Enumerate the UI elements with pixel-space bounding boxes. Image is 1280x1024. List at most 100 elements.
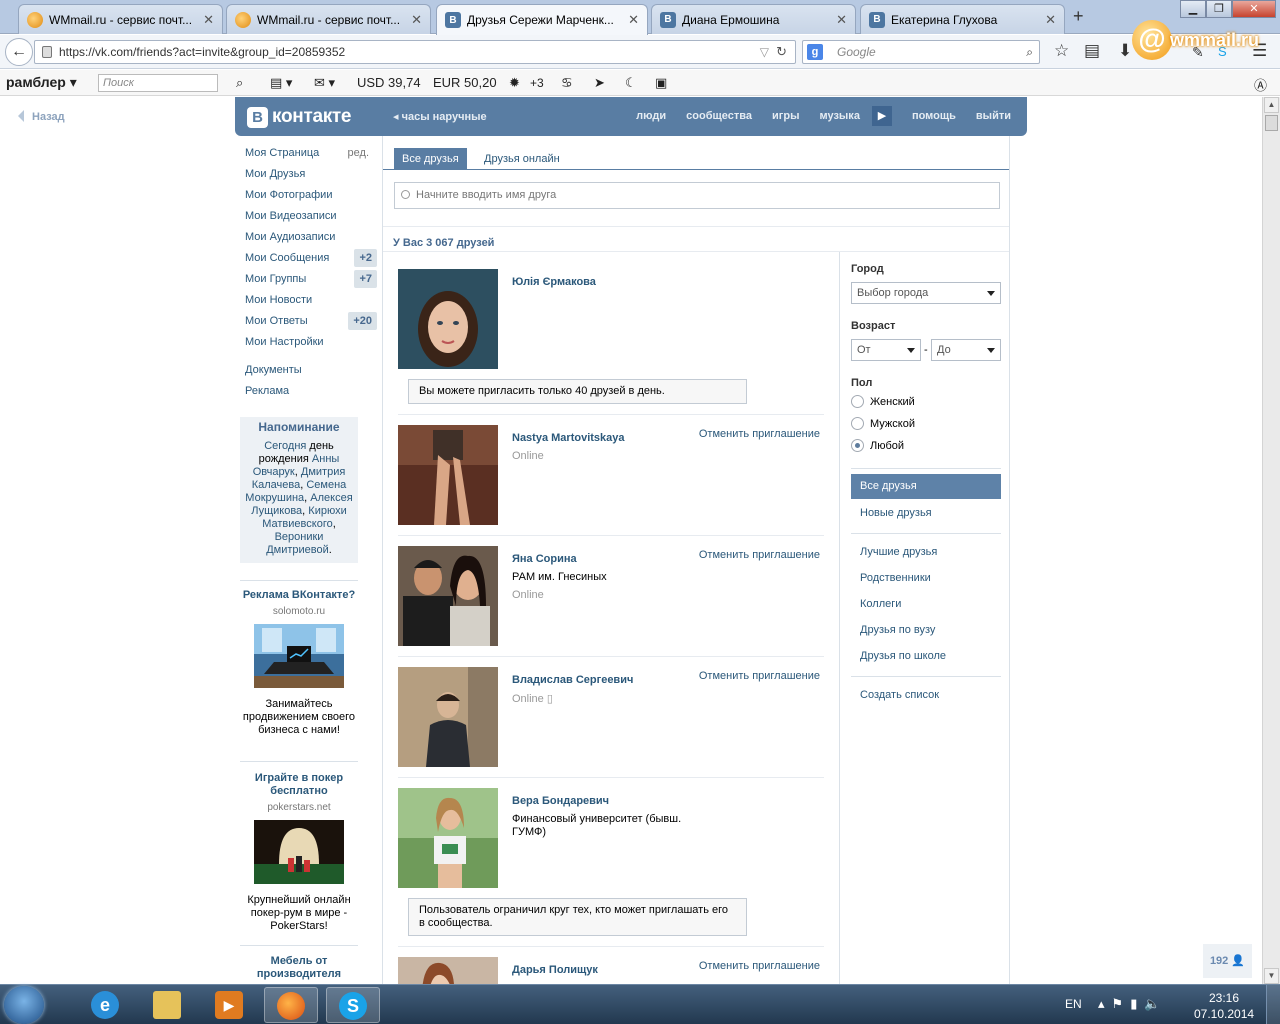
taskbar-skype[interactable]: S bbox=[326, 987, 380, 1023]
friend-avatar[interactable] bbox=[398, 546, 498, 646]
volume-icon[interactable]: 🔈 bbox=[1144, 996, 1167, 1011]
window-close-button[interactable]: ✕ bbox=[1232, 0, 1276, 18]
list-university-friends[interactable]: Друзья по вузу bbox=[860, 624, 935, 636]
menu-advertising[interactable]: Реклама bbox=[245, 384, 377, 405]
menu-my-messages[interactable]: Мои Сообщения +2 bbox=[245, 249, 377, 272]
sex-radio-female[interactable]: Женский bbox=[851, 395, 915, 408]
document-icon[interactable]: ▤ ▾ bbox=[270, 75, 292, 91]
play-icon[interactable]: ▶ bbox=[871, 106, 892, 126]
friend-avatar[interactable] bbox=[398, 957, 498, 984]
ticket-icon[interactable]: ▣ bbox=[655, 75, 667, 91]
usd-rate[interactable]: USD 39,74 bbox=[357, 75, 421, 90]
ad-title[interactable]: Реклама ВКонтакте? bbox=[240, 589, 358, 602]
star-icon[interactable]: ☆ bbox=[1054, 41, 1069, 61]
search-icon[interactable]: ⌕ bbox=[1026, 41, 1033, 63]
scroll-up-arrow-icon[interactable]: ▲ bbox=[1264, 97, 1279, 113]
nav-games[interactable]: игры bbox=[772, 110, 799, 126]
language-indicator[interactable]: EN bbox=[1065, 997, 1082, 1011]
menu-my-page[interactable]: Моя Страница ред. bbox=[245, 146, 377, 167]
tab-all-friends[interactable]: Все друзья bbox=[394, 148, 467, 170]
cancel-invite-link[interactable]: Отменить приглашение bbox=[699, 670, 820, 682]
friend-name[interactable]: Дарья Полищук bbox=[512, 964, 598, 976]
page-scrollbar[interactable]: ▲ ▼ bbox=[1262, 97, 1280, 984]
flag-icon[interactable]: ⚑ bbox=[1112, 996, 1131, 1011]
menu-my-groups[interactable]: Мои Группы +7 bbox=[245, 270, 377, 293]
nav-logout[interactable]: выйти bbox=[976, 110, 1011, 126]
close-icon[interactable]: ✕ bbox=[836, 12, 847, 28]
nav-people[interactable]: люди bbox=[636, 110, 666, 126]
taskbar-internet-explorer[interactable]: e bbox=[78, 987, 132, 1023]
menu-my-videos[interactable]: Мои Видеозаписи bbox=[245, 209, 377, 230]
browser-tab-5[interactable]: B Екатерина Глухова ✕ bbox=[860, 4, 1065, 34]
browser-tab-3[interactable]: B Друзья Сережи Марченк... ✕ bbox=[436, 4, 648, 35]
friend-name[interactable]: Юлія Єрмакова bbox=[512, 276, 596, 288]
taskbar-file-explorer[interactable] bbox=[140, 987, 194, 1023]
search-icon[interactable]: ⌕ bbox=[236, 75, 243, 91]
menu-my-answers[interactable]: Мои Ответы +20 bbox=[245, 312, 377, 335]
weather-sun-icon[interactable]: ✹ bbox=[509, 75, 520, 91]
rambler-settings-icon[interactable]: Ⓐ bbox=[1254, 75, 1267, 94]
menu-my-photos[interactable]: Мои Фотографии bbox=[245, 188, 377, 209]
edit-link[interactable]: ред. bbox=[348, 146, 369, 160]
network-icon[interactable]: ▮ bbox=[1130, 996, 1144, 1011]
menu-my-news[interactable]: Мои Новости bbox=[245, 293, 377, 314]
friend-avatar[interactable] bbox=[398, 667, 498, 767]
vk-logo[interactable]: B контакте bbox=[247, 106, 352, 128]
ad-image-poker[interactable] bbox=[254, 820, 344, 884]
menu-my-friends[interactable]: Мои Друзья bbox=[245, 167, 377, 188]
close-icon[interactable]: ✕ bbox=[411, 12, 422, 28]
reading-list-icon[interactable]: ▤ bbox=[1084, 41, 1100, 61]
back-button[interactable]: ← bbox=[5, 38, 33, 66]
friend-avatar[interactable] bbox=[398, 425, 498, 525]
chevron-up-icon[interactable]: ▴ bbox=[1098, 996, 1112, 1011]
menu-my-audios[interactable]: Мои Аудиозаписи bbox=[245, 230, 377, 251]
age-from-select[interactable]: От bbox=[851, 339, 921, 361]
list-new-friends[interactable]: Новые друзья bbox=[860, 507, 932, 519]
clock[interactable]: 23:16 07.10.2014 bbox=[1194, 990, 1254, 1022]
ad-title[interactable]: Играйте в покер бесплатно bbox=[240, 772, 358, 798]
eur-rate[interactable]: EUR 50,20 bbox=[433, 75, 497, 90]
moon-icon[interactable]: ☾ bbox=[625, 75, 637, 91]
list-best-friends[interactable]: Лучшие друзья bbox=[860, 546, 937, 558]
taskbar-media-player[interactable]: ▶ bbox=[202, 987, 256, 1023]
minimize-button[interactable]: ▁ bbox=[1180, 0, 1206, 18]
radio-button[interactable] bbox=[851, 417, 864, 430]
ad-title[interactable]: Мебель от производителя bbox=[240, 955, 358, 981]
nav-help[interactable]: помощь bbox=[912, 110, 956, 126]
search-box[interactable]: g Google ⌕ bbox=[802, 40, 1040, 64]
close-icon[interactable]: ✕ bbox=[628, 12, 639, 28]
create-list-link[interactable]: Создать список bbox=[860, 689, 939, 701]
friend-name[interactable]: Владислав Сергеевич bbox=[512, 674, 633, 686]
rambler-search-input[interactable]: Поиск bbox=[98, 74, 218, 92]
browser-tab-1[interactable]: WMmail.ru - сервис почт... ✕ bbox=[18, 4, 223, 34]
friend-avatar[interactable] bbox=[398, 269, 498, 369]
nav-communities[interactable]: сообщества bbox=[686, 110, 752, 126]
close-icon[interactable]: ✕ bbox=[203, 12, 214, 28]
maximize-button[interactable]: ❐ bbox=[1206, 0, 1232, 18]
ad-image-office[interactable] bbox=[254, 624, 344, 688]
online-counter-badge[interactable]: 192 👤 bbox=[1203, 944, 1252, 978]
menu-documents[interactable]: Документы bbox=[245, 363, 377, 384]
browser-tab-4[interactable]: B Диана Ермошина ✕ bbox=[651, 4, 856, 34]
tab-friends-online[interactable]: Друзья онлайн bbox=[476, 148, 568, 170]
rambler-logo[interactable]: рамблер ▾ bbox=[6, 74, 77, 91]
dropdown-arrow-icon[interactable]: ▽ bbox=[760, 41, 769, 63]
age-to-select[interactable]: До bbox=[931, 339, 1001, 361]
friend-name[interactable]: Nastya Martovitskaya bbox=[512, 432, 625, 444]
back-link[interactable]: Назад bbox=[18, 110, 65, 123]
download-icon[interactable]: ⬇ bbox=[1118, 41, 1132, 61]
show-desktop-button[interactable] bbox=[1266, 985, 1280, 1024]
start-button[interactable] bbox=[4, 986, 44, 1024]
status-text[interactable]: ◂ часы наручные bbox=[393, 110, 487, 123]
reload-icon[interactable]: ↻ bbox=[776, 41, 787, 63]
browser-tab-2[interactable]: WMmail.ru - сервис почт... ✕ bbox=[226, 4, 431, 34]
ad-block-2[interactable]: Играйте в покер бесплатно pokerstars.net… bbox=[240, 772, 358, 933]
cancel-invite-link[interactable]: Отменить приглашение bbox=[699, 960, 820, 972]
nav-music[interactable]: музыка bbox=[819, 110, 859, 126]
menu-my-settings[interactable]: Мои Настройки bbox=[245, 335, 377, 356]
taskbar-firefox[interactable] bbox=[264, 987, 318, 1023]
sex-radio-any[interactable]: Любой bbox=[851, 439, 904, 452]
scrollbar-thumb[interactable] bbox=[1265, 115, 1278, 131]
radio-button[interactable] bbox=[851, 395, 864, 408]
cancel-invite-link[interactable]: Отменить приглашение bbox=[699, 549, 820, 561]
